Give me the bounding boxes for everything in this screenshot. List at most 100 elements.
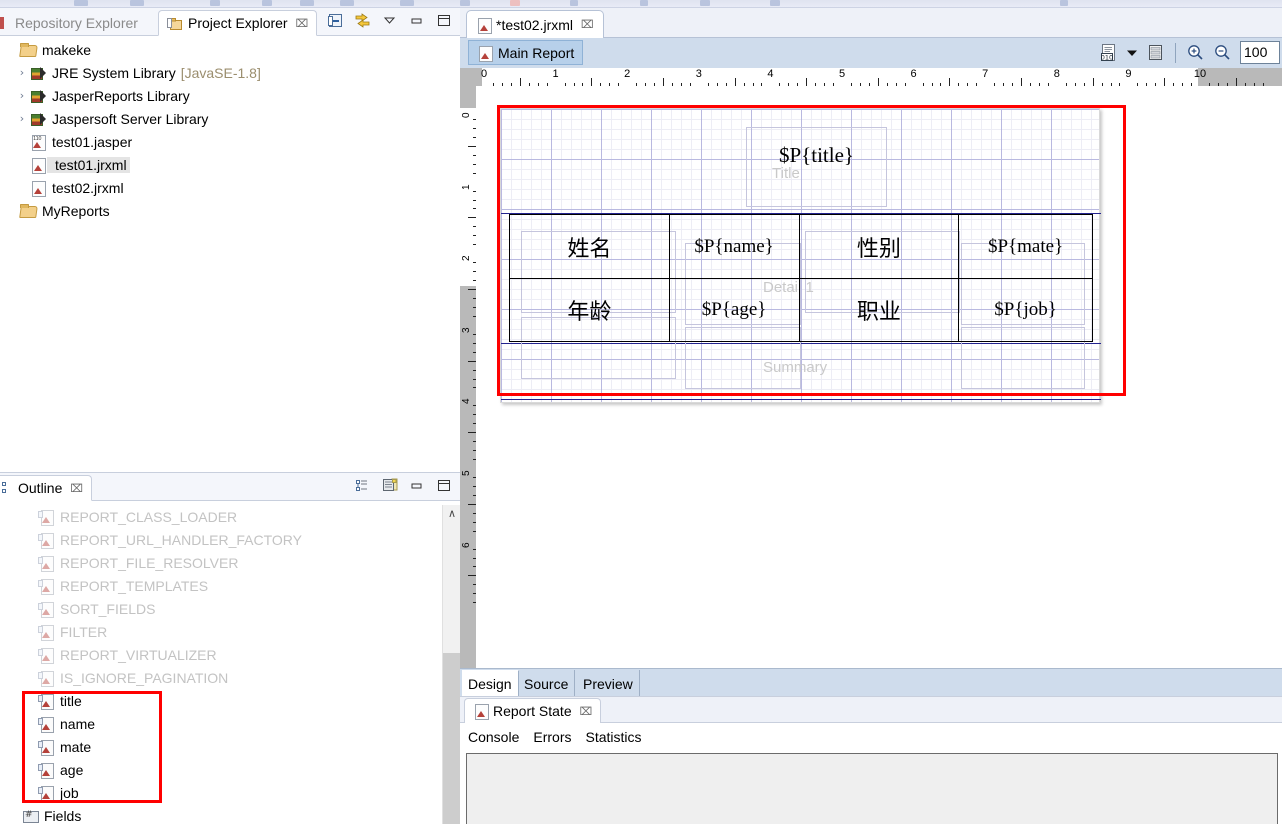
scroll-up-arrow-icon[interactable]: ∧ — [443, 505, 461, 523]
tree-item-test02-jrxml[interactable]: test02.jrxml — [0, 176, 460, 199]
project-explorer-view-toolbar — [327, 12, 452, 29]
toolbar-icon-14[interactable] — [1060, 0, 1068, 6]
toolbar-icon-9[interactable] — [510, 0, 520, 6]
zoom-in-icon[interactable] — [1186, 43, 1205, 62]
tab-report-state[interactable]: Report State ⌧ — [464, 698, 602, 723]
table-cell-value-job[interactable]: $P{job} — [958, 278, 1093, 342]
outline-item-sort-fields[interactable]: SORT_FIELDS — [0, 597, 432, 620]
outline-item-report-file-resolver[interactable]: REPORT_FILE_RESOLVER — [0, 551, 432, 574]
ruler-tick — [1021, 78, 1022, 86]
list-icon[interactable] — [1146, 43, 1165, 62]
outline-item-is-ignore-pagination[interactable]: IS_IGNORE_PAGINATION — [0, 666, 432, 689]
report-state-output[interactable] — [466, 753, 1278, 824]
report-design-canvas[interactable]: Title $P{title} Detail 1 姓名 $P{name} 性别 … — [476, 86, 1282, 676]
outline-item-fields[interactable]: # Fields — [0, 804, 432, 824]
toolbar-icon-11[interactable] — [640, 0, 648, 6]
maximize-icon[interactable] — [435, 12, 452, 29]
outline-item-report-templates[interactable]: REPORT_TEMPLATES — [0, 574, 432, 597]
outline-item-age[interactable]: age — [0, 758, 432, 781]
tree-item-test01-jrxml[interactable]: test01.jrxml — [0, 153, 460, 176]
toolbar-icon-4[interactable] — [262, 0, 272, 6]
expand-arrow[interactable]: › — [14, 112, 30, 125]
outline-item-report-virtualizer[interactable]: REPORT_VIRTUALIZER — [0, 643, 432, 666]
main-report-button[interactable]: Main Report — [468, 40, 584, 65]
expand-arrow[interactable]: › — [14, 89, 30, 102]
minimize-icon[interactable] — [408, 12, 425, 29]
subtab-statistics[interactable]: Statistics — [586, 729, 642, 745]
outline-scrollbar[interactable]: ∧ — [442, 505, 461, 824]
ruler-label-v: 4 — [461, 398, 472, 405]
tree-item-makeke[interactable]: makeke — [0, 38, 460, 61]
table-cell-label-age[interactable]: 年龄 — [509, 278, 670, 342]
outline-item-label: job — [60, 784, 79, 801]
toolbar-icon-1[interactable] — [74, 0, 88, 6]
tree-item-jre-system-library[interactable]: › JRE System Library [JavaSE-1.8] — [0, 61, 460, 84]
chevron-down-icon[interactable] — [1126, 47, 1138, 59]
tab-outline[interactable]: Outline ⌧ — [0, 475, 93, 501]
outline-item-report-class-loader[interactable]: REPORT_CLASS_LOADER — [0, 505, 432, 528]
scrollbar-thumb[interactable] — [443, 653, 461, 824]
editor-area: *test02.jrxml ⌧ Main Report 010 100 0 1 … — [460, 8, 1282, 824]
maximize-icon[interactable] — [435, 477, 452, 494]
left-column: Repository Explorer Project Explorer ⌧ m… — [0, 8, 461, 824]
link-with-editor-icon[interactable] — [354, 12, 371, 29]
report-page[interactable]: Title $P{title} Detail 1 姓名 $P{name} 性别 … — [500, 108, 1101, 403]
tab-project-explorer[interactable]: Project Explorer ⌧ — [158, 10, 318, 36]
outline-item-filter[interactable]: FILTER — [0, 620, 432, 643]
outline-item-mate[interactable]: mate — [0, 735, 432, 758]
table-cell-value-age[interactable]: $P{age} — [668, 278, 800, 342]
tab-repository-explorer[interactable]: Repository Explorer — [0, 10, 146, 36]
outline-item-job[interactable]: job — [0, 781, 432, 804]
expand-arrow[interactable]: › — [14, 66, 30, 79]
report-outline-icon[interactable] — [381, 477, 398, 494]
outline-item-report-url-handler-factory[interactable]: REPORT_URL_HANDLER_FACTORY — [0, 528, 432, 551]
parameter-icon — [38, 555, 55, 572]
tree-item-jasperreports-library[interactable]: › JasperReports Library — [0, 84, 460, 107]
toolbar-icon-7[interactable] — [400, 0, 414, 6]
toolbar-icon-2[interactable] — [130, 0, 144, 6]
tree-item-test01-jasper[interactable]: 110 test01.jasper — [0, 130, 460, 153]
close-icon[interactable]: ⌧ — [581, 18, 594, 31]
outline-item-title[interactable]: title — [0, 689, 432, 712]
editor-bottom-tabs: Design Source Preview — [460, 668, 1282, 697]
close-icon[interactable]: ⌧ — [296, 17, 309, 30]
tab-label: Outline — [18, 480, 63, 496]
tree-item-label: test02.jrxml — [52, 179, 124, 196]
toolbar-icon-12[interactable] — [700, 0, 710, 6]
toolbar-icon-13[interactable] — [770, 0, 780, 6]
table-cell-label-name[interactable]: 姓名 — [509, 214, 670, 279]
report-detail-table[interactable]: 姓名 $P{name} 性别 $P{mate} 年龄 $P{age} 职业 $P… — [509, 214, 1093, 342]
view-menu-chevron-icon[interactable] — [381, 12, 398, 29]
tree-view-icon[interactable] — [354, 477, 371, 494]
tab-test02-jrxml[interactable]: *test02.jrxml ⌧ — [466, 10, 604, 38]
zoom-out-icon[interactable] — [1213, 43, 1232, 62]
toolbar-icon-3[interactable] — [210, 0, 220, 6]
outline-view-toolbar — [354, 477, 452, 494]
table-row[interactable]: 姓名 $P{name} 性别 $P{mate} — [509, 214, 1093, 279]
close-icon[interactable]: ⌧ — [580, 705, 593, 718]
minimize-icon[interactable] — [408, 477, 425, 494]
close-icon[interactable]: ⌧ — [70, 482, 83, 495]
ruler-tick-v — [468, 575, 476, 577]
tree-item-myreports[interactable]: MyReports — [0, 199, 460, 222]
tab-source[interactable]: Source — [518, 670, 576, 697]
outline-item-name[interactable]: name — [0, 712, 432, 735]
table-cell-value-name[interactable]: $P{name} — [668, 214, 800, 279]
tree-item-jaspersoft-server-library[interactable]: › Jaspersoft Server Library — [0, 107, 460, 130]
toolbar-icon-8[interactable] — [460, 0, 470, 6]
table-cell-label-mate[interactable]: 性别 — [798, 214, 960, 279]
toolbar-icon-6[interactable] — [340, 0, 354, 6]
table-row[interactable]: 年龄 $P{age} 职业 $P{job} — [509, 278, 1093, 342]
tab-preview[interactable]: Preview — [577, 670, 640, 697]
subtab-console[interactable]: Console — [468, 729, 519, 745]
table-cell-label-job[interactable]: 职业 — [798, 278, 960, 342]
tab-design[interactable]: Design — [462, 670, 519, 697]
toolbar-icon-5[interactable] — [300, 0, 314, 6]
toolbar-icon-10[interactable] — [570, 0, 578, 6]
zoom-level-input[interactable]: 100 — [1240, 41, 1280, 64]
collapse-all-icon[interactable] — [327, 12, 344, 29]
dataset-icon[interactable]: 010 — [1099, 43, 1118, 63]
subtab-errors[interactable]: Errors — [533, 729, 571, 745]
library-icon — [30, 111, 47, 127]
table-cell-value-mate[interactable]: $P{mate} — [958, 214, 1093, 279]
